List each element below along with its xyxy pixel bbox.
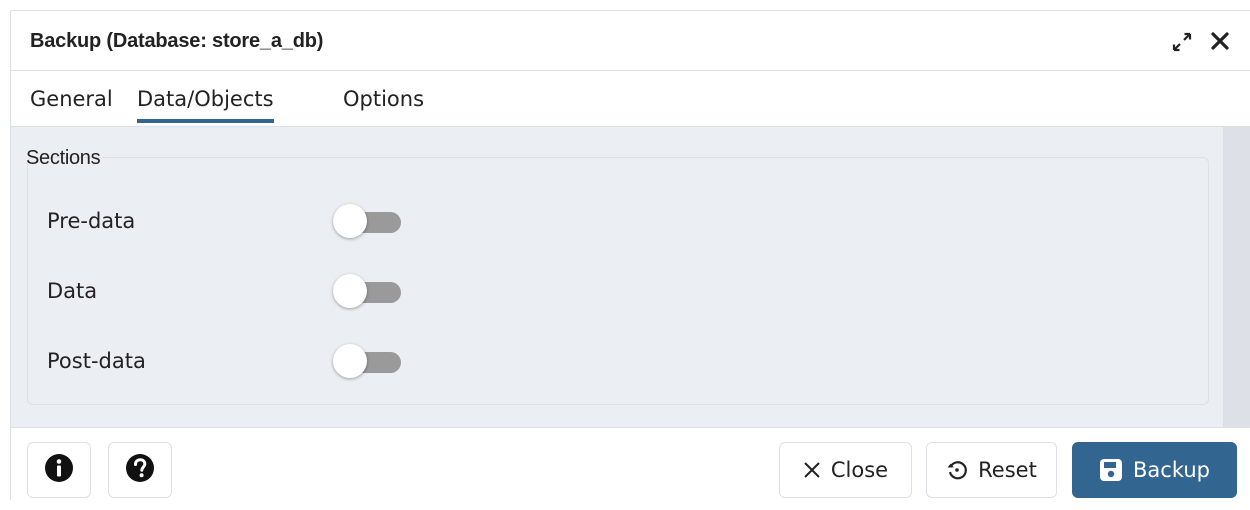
toggle-knob	[333, 204, 367, 238]
dialog-footer: Close Reset Backup	[11, 427, 1250, 502]
reset-button-label: Reset	[978, 458, 1037, 482]
backup-button[interactable]: Backup	[1072, 442, 1237, 498]
pre-data-toggle[interactable]	[331, 203, 401, 239]
tab-general[interactable]: General	[30, 87, 113, 111]
dialog-titlebar[interactable]: Backup (Database: store_a_db)	[11, 11, 1250, 71]
sections-fieldset	[27, 157, 1209, 405]
backup-dialog: Backup (Database: store_a_db) General Da…	[10, 10, 1250, 502]
data-toggle[interactable]	[331, 273, 401, 309]
close-button-label: Close	[830, 458, 889, 482]
maximize-icon[interactable]	[1171, 31, 1193, 53]
sections-legend: Sections	[26, 147, 101, 169]
post-data-toggle[interactable]	[331, 343, 401, 379]
info-icon	[44, 453, 74, 488]
help-button[interactable]	[108, 442, 172, 498]
scrollbar-gutter	[1223, 127, 1250, 427]
tab-panel: Sections Pre-data Data Post-data	[11, 127, 1223, 427]
tab-options[interactable]: Options	[343, 87, 424, 111]
close-icon[interactable]	[1209, 30, 1231, 52]
backup-button-label: Backup	[1133, 458, 1210, 482]
pre-data-label: Pre-data	[47, 209, 136, 233]
toggle-knob	[333, 344, 367, 378]
info-button[interactable]	[27, 442, 91, 498]
toggle-knob	[333, 274, 367, 308]
close-button[interactable]: Close	[779, 442, 912, 498]
tab-data-objects[interactable]: Data/Objects	[137, 87, 274, 123]
help-icon	[125, 453, 155, 488]
reset-icon	[946, 459, 968, 481]
data-label: Data	[47, 279, 98, 303]
reset-button[interactable]: Reset	[926, 442, 1057, 498]
tab-bar: General Data/Objects Options	[11, 71, 1250, 127]
save-icon	[1099, 458, 1123, 482]
dialog-title: Backup (Database: store_a_db)	[30, 30, 324, 52]
post-data-label: Post-data	[47, 349, 146, 373]
close-icon	[803, 461, 821, 479]
